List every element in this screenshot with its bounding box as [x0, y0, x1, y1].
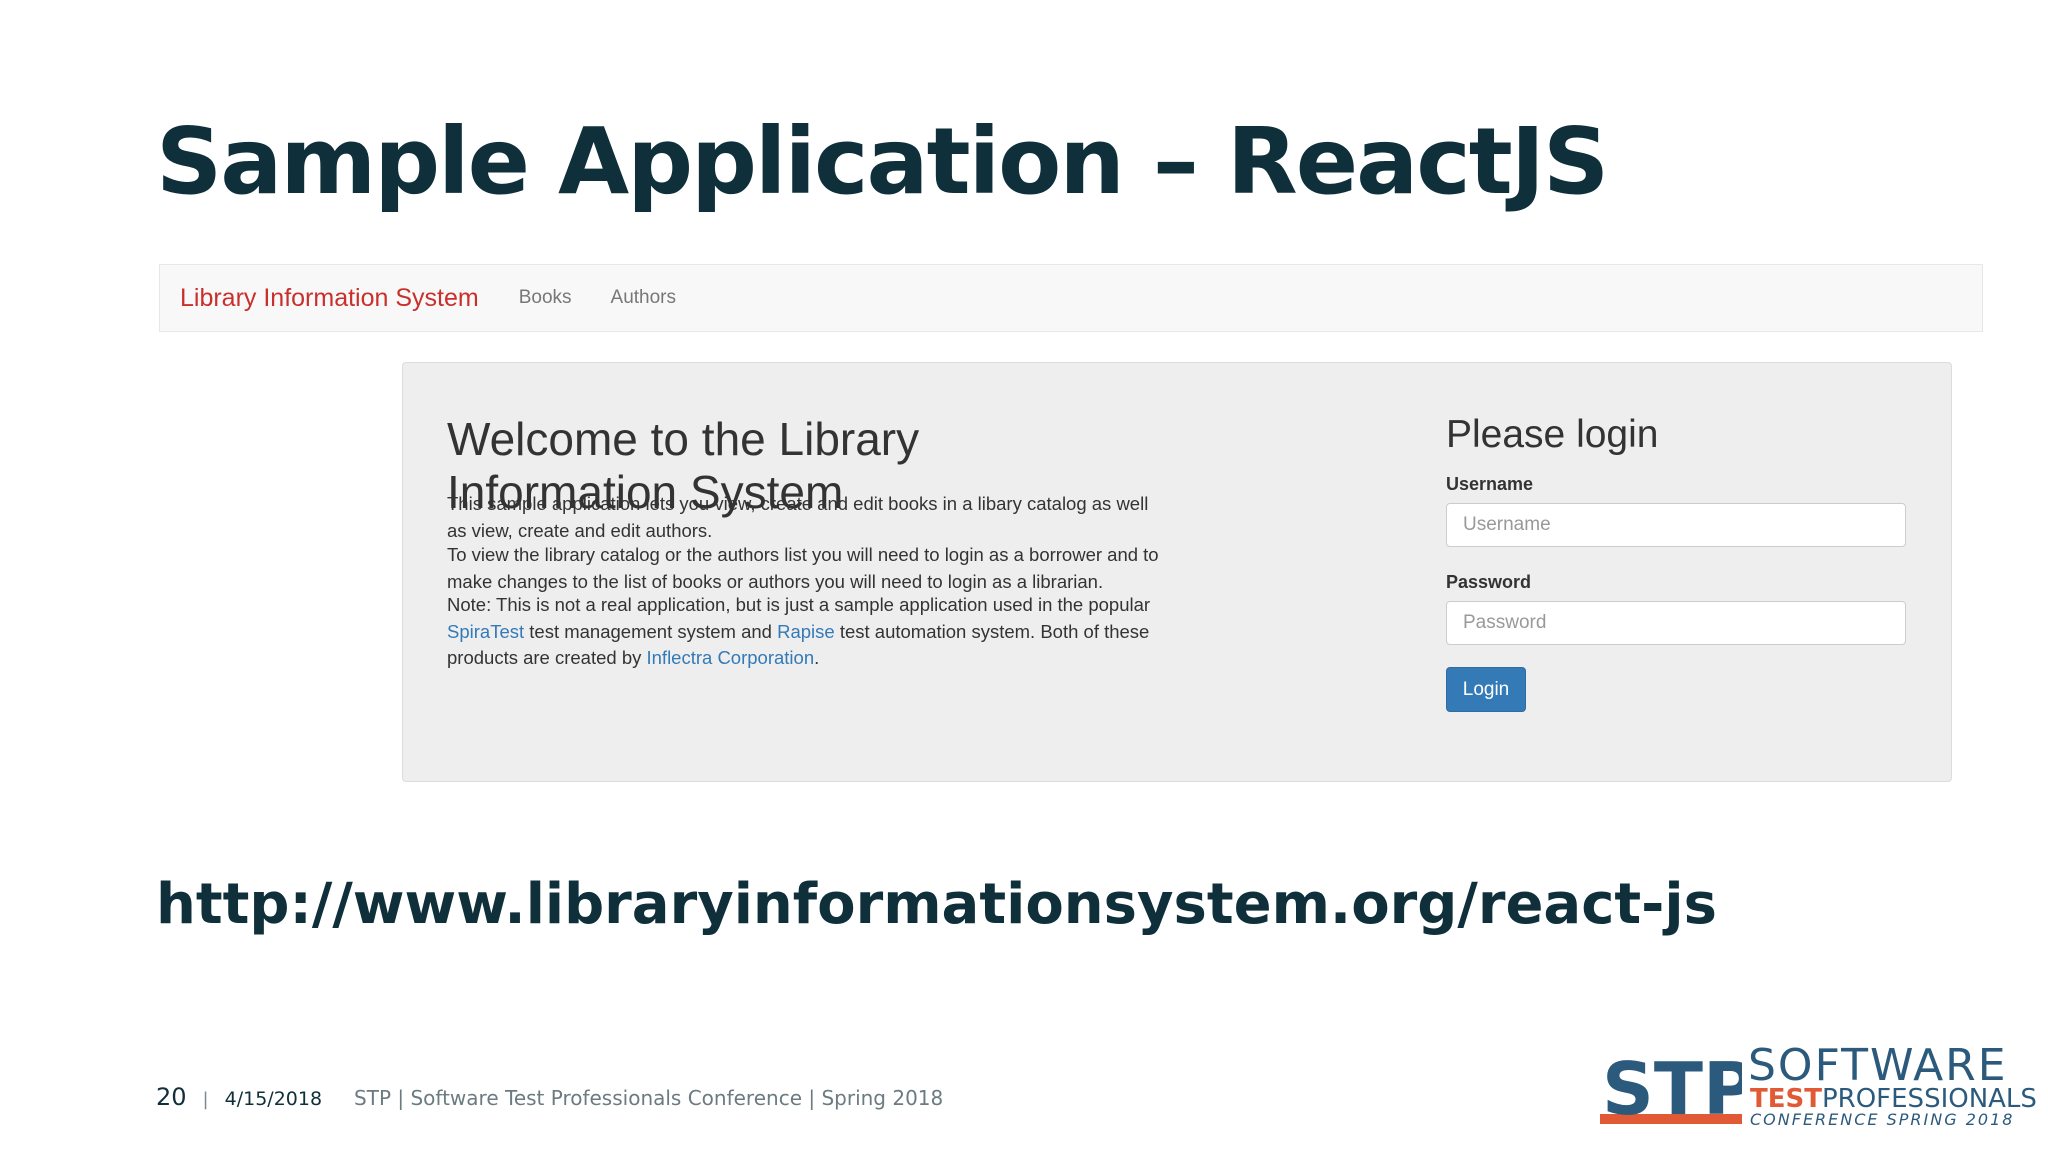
welcome-panel: Welcome to the Library Information Syste…: [402, 362, 1952, 782]
nav-link-books[interactable]: Books: [519, 287, 572, 309]
password-label: Password: [1446, 572, 1532, 592]
stp-logo-icon: STP: [1600, 1047, 1742, 1128]
slide-footer: 20 | 4/15/2018 STP | Software Test Profe…: [156, 1083, 943, 1111]
rapise-link[interactable]: Rapise: [777, 621, 835, 642]
username-input[interactable]: [1446, 503, 1906, 547]
login-heading: Please login: [1446, 413, 1659, 456]
logo-conference: CONFERENCE SPRING 2018: [1750, 1110, 2015, 1129]
login-button[interactable]: Login: [1446, 667, 1526, 712]
spiratest-link[interactable]: SpiraTest: [447, 621, 524, 642]
nav-link-authors[interactable]: Authors: [611, 287, 676, 309]
footer-separator: |: [202, 1089, 209, 1110]
navbar-brand[interactable]: Library Information System: [180, 284, 479, 313]
url-text: http://www.libraryinformationsystem.org/…: [156, 872, 1717, 937]
footer-conference: STP | Software Test Professionals Confer…: [354, 1086, 944, 1110]
stp-logo: STP SOFTWARE TESTPROFESSIONALS CONFERENC…: [1600, 1040, 2037, 1129]
welcome-heading-line1: Welcome to the Library: [447, 413, 920, 465]
access-paragraph: To view the library catalog or the autho…: [447, 544, 1159, 592]
slide-title: Sample Application – ReactJS: [156, 108, 1609, 215]
intro-paragraph: This sample application lets you view, c…: [447, 493, 1149, 541]
svg-text:STP: STP: [1602, 1047, 1742, 1128]
username-label: Username: [1446, 474, 1534, 494]
inflectra-link[interactable]: Inflectra Corporation: [647, 647, 815, 668]
note-paragraph: Note: This is not a real application, bu…: [447, 592, 1167, 672]
note-text-4: .: [814, 647, 820, 668]
app-navbar: Library Information System Books Authors: [159, 264, 1983, 332]
note-text-2: test management system and: [524, 620, 778, 642]
page-number: 20: [156, 1083, 187, 1111]
footer-date: 4/15/2018: [224, 1088, 323, 1110]
note-text-1: Note: This is not a real application, bu…: [447, 594, 1151, 615]
password-input[interactable]: [1446, 601, 1906, 645]
